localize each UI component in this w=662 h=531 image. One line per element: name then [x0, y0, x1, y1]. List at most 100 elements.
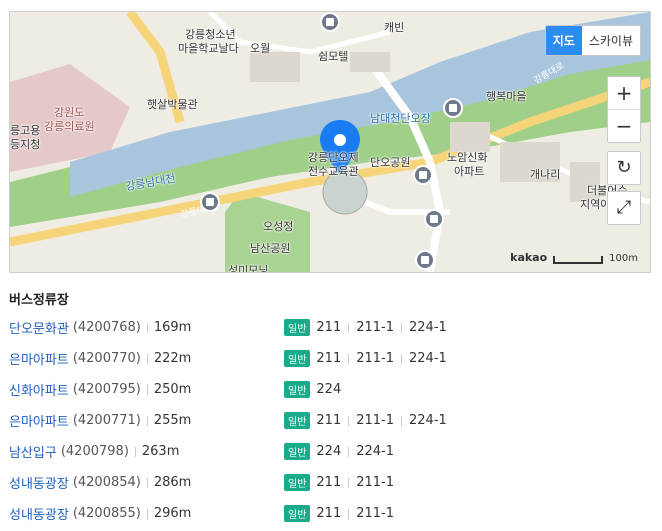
route-divider — [401, 415, 403, 426]
route-number-link[interactable]: 224-1 — [409, 413, 447, 428]
route-type-badge: 일반 — [284, 350, 311, 367]
map-label-hospital-2: 강릉의료원 — [44, 120, 95, 133]
route-list: 일반 211 211-1 224-1 — [284, 412, 447, 429]
map-label-owol: 오월 — [250, 42, 271, 55]
route-number-link[interactable]: 211-1 — [356, 413, 394, 428]
section-title: 버스정류장 — [9, 293, 69, 308]
map-type-map-button[interactable]: 지도 — [545, 26, 582, 55]
bus-stop-id: (4200798) — [60, 444, 129, 459]
route-number-link[interactable]: 224-1 — [409, 320, 447, 335]
map-label-oseong: 오성정 — [263, 220, 294, 233]
route-divider — [348, 446, 350, 457]
map-label-happy: 행복마을 — [486, 90, 527, 103]
route-type-badge: 일반 — [284, 505, 311, 522]
refresh-icon: ↻ — [616, 157, 632, 178]
route-divider — [348, 477, 350, 488]
refresh-button[interactable]: ↻ — [607, 151, 641, 185]
bus-stop-row: 성내동광장 (4200854) 286m 일반 211 211-1 — [9, 467, 649, 498]
bus-stop-name-link[interactable]: 은마아파트 — [9, 349, 69, 368]
map-label-museum: 햇살박물관 — [147, 98, 198, 111]
expand-icon: ⤢ — [616, 197, 632, 218]
route-number-link[interactable]: 211 — [316, 413, 341, 428]
divider — [146, 415, 148, 426]
map-label-cabin: 캐빈 — [384, 21, 405, 34]
map-type-toggle: 지도 스카이뷰 — [544, 25, 641, 56]
bus-stop-name-link[interactable]: 신화아파트 — [9, 380, 69, 399]
zoom-control: + − — [607, 76, 641, 143]
bus-stop-id: (4200795) — [72, 382, 141, 397]
bus-stop-row: 은마아파트 (4200770) 222m 일반 211 211-1 224-1 — [9, 343, 649, 374]
route-number-link[interactable]: 211 — [316, 351, 341, 366]
map-label-right-2: 지역아 — [580, 198, 611, 211]
route-number-link[interactable]: 224 — [316, 444, 341, 459]
bus-stop-distance: 222m — [153, 351, 192, 366]
route-number-link[interactable]: 211 — [316, 506, 341, 521]
map-label-noam-2: 아파트 — [454, 165, 485, 178]
route-type-badge: 일반 — [284, 443, 311, 460]
route-number-link[interactable]: 224-1 — [356, 444, 394, 459]
route-list: 일반 211 211-1 224-1 — [284, 350, 447, 367]
route-number-link[interactable]: 224 — [316, 382, 341, 397]
bus-stop-name-link[interactable]: 단오문화관 — [9, 318, 69, 337]
route-type-badge: 일반 — [284, 319, 311, 336]
route-type-badge: 일반 — [284, 474, 311, 491]
route-divider — [401, 322, 403, 333]
zoom-in-button[interactable]: + — [608, 77, 640, 109]
bus-stop-distance: 286m — [153, 475, 192, 490]
route-divider — [348, 508, 350, 519]
route-divider — [348, 322, 350, 333]
map-type-skyview-button[interactable]: 스카이뷰 — [582, 26, 640, 55]
bus-stop-id: (4200770) — [72, 351, 141, 366]
bus-stop-name-link[interactable]: 성내동광장 — [9, 504, 69, 523]
map-label-gaenari: 개나리 — [530, 168, 561, 181]
bus-stop-distance: 263m — [141, 444, 180, 459]
route-type-badge: 일반 — [284, 381, 311, 398]
route-number-link[interactable]: 211-1 — [356, 506, 394, 521]
bus-stop-icon[interactable] — [443, 98, 463, 118]
bus-stop-icon[interactable] — [413, 165, 433, 185]
bus-stop-row: 은마아파트 (4200771) 255m 일반 211 211-1 224-1 — [9, 405, 649, 436]
route-number-link[interactable]: 211-1 — [356, 351, 394, 366]
bus-stop-distance: 250m — [153, 382, 192, 397]
map-label-namsan: 남산공원 — [250, 242, 291, 255]
map-scale: kakao 100m — [510, 251, 638, 264]
divider — [146, 477, 148, 488]
route-divider — [348, 353, 350, 364]
bus-stop-icon[interactable] — [320, 12, 340, 32]
bus-stop-icon[interactable] — [200, 192, 220, 212]
divider — [134, 446, 136, 457]
route-number-link[interactable]: 224-1 — [409, 351, 447, 366]
route-list: 일반 211 211-1 — [284, 474, 394, 491]
bus-stop-row: 신화아파트 (4200795) 250m 일반 224 — [9, 374, 649, 405]
bus-stop-row: 단오문화관 (4200768) 169m 일반 211 211-1 224-1 — [9, 312, 649, 343]
bus-stop-name-link[interactable]: 성내동광장 — [9, 473, 69, 492]
fullscreen-button[interactable]: ⤢ — [607, 191, 641, 225]
route-number-link[interactable]: 211-1 — [356, 475, 394, 490]
route-number-link[interactable]: 211 — [316, 320, 341, 335]
bus-stop-icon[interactable] — [415, 250, 435, 270]
map-label-center-2: 전수교육관 — [308, 165, 359, 178]
bus-stop-row: 성내동광장 (4200855) 296m 일반 211 211-1 — [9, 498, 649, 529]
divider — [146, 384, 148, 395]
map-view[interactable]: 강릉청소년 마을학교날다 오월 쉼모텔 캐빈 햇살박물관 강원도 강릉의료원 릉… — [9, 11, 651, 273]
bus-stop-icon[interactable] — [424, 209, 444, 229]
route-number-link[interactable]: 211 — [316, 475, 341, 490]
bus-stop-name-link[interactable]: 은마아파트 — [9, 411, 69, 430]
map-label-school: 마을학교날다 — [178, 42, 239, 55]
bus-stop-list: 단오문화관 (4200768) 169m 일반 211 211-1 224-1 은마아파트 (4… — [9, 312, 649, 529]
scale-text: 100m — [609, 253, 638, 264]
route-list: 일반 224 224-1 — [284, 443, 394, 460]
bus-stop-id: (4200855) — [72, 506, 141, 521]
route-list: 일반 224 — [284, 381, 341, 398]
divider — [146, 322, 148, 333]
bus-stop-id: (4200771) — [72, 413, 141, 428]
route-list: 일반 211 211-1 — [284, 505, 394, 522]
map-label-namdae: 남대천단오장 — [370, 112, 431, 125]
bus-stop-name-link[interactable]: 남산입구 — [9, 442, 57, 461]
zoom-out-button[interactable]: − — [608, 109, 640, 142]
route-list: 일반 211 211-1 224-1 — [284, 319, 447, 336]
route-number-link[interactable]: 211-1 — [356, 320, 394, 335]
bus-stop-distance: 296m — [153, 506, 192, 521]
route-type-badge: 일반 — [284, 412, 311, 429]
bus-stop-row: 남산입구 (4200798) 263m 일반 224 224-1 — [9, 436, 649, 467]
